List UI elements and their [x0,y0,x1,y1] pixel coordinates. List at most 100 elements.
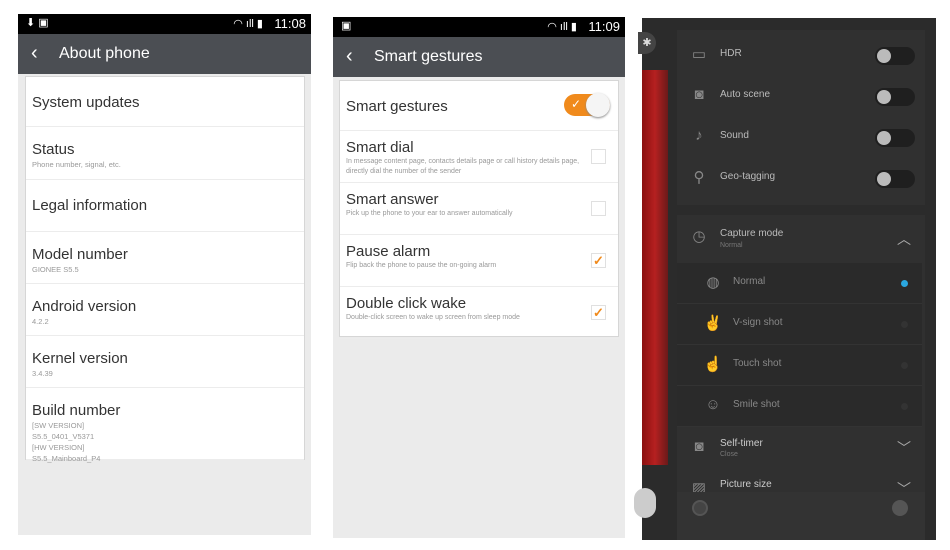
item-subtitle: 4.2.2 [32,317,49,326]
settings-item[interactable]: Model number GIONEE S5.5 [26,232,304,284]
status-bar: ▣ ◠ ıll ▮ 11:09 [333,17,625,37]
location-pin-icon: ⚲ [693,169,705,186]
smart-gestures-master-row[interactable]: Smart gestures ✓ [340,81,618,131]
capture-mode-label: Capture mode [720,228,784,239]
mode-icon: ◍ [706,274,720,291]
master-toggle[interactable]: ✓ [564,93,610,117]
camera-icon: ◙ [694,86,704,103]
gallery-icon[interactable] [692,500,708,516]
status-bar: ⬇ ▣ ◠ ıll ▮ 11:08 [18,14,311,34]
page-title: About phone [59,45,150,62]
hdr-icon: ▭ [691,46,707,63]
toggle-section: ▭ HDR ◙ Auto scene ♪ Sound ⚲ Geo-tagging [677,30,925,205]
chevron-up-icon[interactable]: ︿ [897,229,911,249]
toggle-row[interactable]: ◙ Auto scene [677,76,925,117]
wifi-battery-icons: ◠ ıll ▮ [233,18,263,30]
notification-icon: ▣ [341,20,352,32]
checkbox[interactable]: ✓ [591,253,606,268]
settings-item[interactable]: System updates [26,77,304,127]
radio-dot[interactable] [901,403,908,410]
toggle-row[interactable]: ⚲ Geo-tagging [677,158,925,199]
checkbox[interactable] [591,149,606,164]
gestures-list: Smart gestures ✓ Smart dial In message co… [339,80,619,339]
item-subtitle: 3.4.39 [32,369,53,378]
master-label: Smart gestures [346,98,448,115]
capture-mode-value: Normal [720,242,743,249]
bottom-bar [677,492,925,540]
mode-label: V-sign shot [733,317,783,328]
timer-value: Close [720,451,738,458]
chevron-down-icon[interactable]: ﹀ [897,438,911,458]
timer-label: Self-timer [720,438,763,449]
timer-icon: ◷ [692,228,706,245]
item-subtitle: In message content page, contacts detail… [346,158,580,175]
settings-item[interactable]: Kernel version 3.4.39 [26,336,304,388]
mode-icon: ✌ [703,315,723,332]
camera-preview [642,70,668,465]
gear-icon[interactable]: ✱ [638,32,656,54]
item-subtitle: S5.5_0401_V5371 [32,432,95,441]
toggle-label: Geo-tagging [720,171,776,182]
capture-mode-option[interactable]: ☺ Smile shot [677,386,922,427]
item-title: Status [32,141,75,158]
toggle-label: Auto scene [720,89,771,100]
gesture-item[interactable]: Double click wake Double-click screen to … [340,287,618,339]
item-subtitle: [SW VERSION] [32,421,85,430]
mode-icon: ☺ [705,396,721,413]
timer-row[interactable]: ◙ Self-timer Close ﹀ [677,428,925,469]
back-icon[interactable]: ‹ [346,45,353,68]
toggle-row[interactable]: ▭ HDR [677,35,925,76]
mode-label: Smile shot [733,399,780,410]
item-title: Kernel version [32,350,128,367]
checkbox[interactable]: ✓ [591,305,606,320]
capture-mode-option[interactable]: ◍ Normal [677,263,922,304]
header: ‹ Smart gestures [333,37,625,77]
item-subtitle: GIONEE S5.5 [32,265,79,274]
radio-dot[interactable] [901,321,908,328]
settings-item[interactable]: Legal information [26,180,304,232]
item-title: Legal information [32,197,148,214]
gesture-item[interactable]: Smart dial In message content page, conta… [340,131,618,183]
toggle-switch[interactable] [875,47,915,65]
back-icon[interactable]: ‹ [31,42,38,65]
toggle-switch[interactable] [875,170,915,188]
item-subtitle: Pick up the phone to your ear to answer … [346,210,513,217]
item-title: Android version [32,298,137,315]
mode-icon: ☝ [703,356,723,373]
item-title: System updates [32,94,140,111]
capture-mode-option[interactable]: ☝ Touch shot [677,345,922,386]
download-icon: ⬇ ▣ [26,17,49,29]
item-subtitle: Flip back the phone to pause the on-goin… [346,262,497,269]
toggle-row[interactable]: ♪ Sound [677,117,925,158]
toggle-switch[interactable] [875,88,915,106]
settings-item[interactable]: Build number [SW VERSION] S5.5_0401_V5371 [… [26,388,304,463]
camera-icon: ◙ [694,438,704,455]
capture-mode-row[interactable]: ◷ Capture mode Normal ︿ [677,217,925,261]
toggle-switch[interactable] [875,129,915,147]
item-title: Double click wake [346,295,467,312]
shutter-button[interactable] [634,488,656,518]
item-subtitle: [HW VERSION] [32,443,85,452]
item-subtitle: Double-click screen to wake up screen fr… [346,314,520,321]
picsize-label: Picture size [720,479,772,490]
checkbox[interactable] [591,201,606,216]
gesture-item[interactable]: Pause alarm Flip back the phone to pause … [340,235,618,287]
item-subtitle: Phone number, signal, etc. [32,160,121,169]
clock: 11:08 [274,16,306,31]
about-list: System updates Status Phone number, signal… [25,76,305,463]
settings-item[interactable]: Android version 4.2.2 [26,284,304,336]
smart-gestures-screen: ▣ ◠ ıll ▮ 11:09 ‹ Smart gestures Smart gest… [333,17,625,538]
switch-camera-icon[interactable] [892,500,908,516]
radio-dot[interactable] [901,362,908,369]
mode-label: Touch shot [733,358,782,369]
settings-item[interactable]: Status Phone number, signal, etc. [26,127,304,180]
radio-dot[interactable] [901,280,908,287]
capture-mode-option[interactable]: ✌ V-sign shot [677,304,922,345]
gesture-item[interactable]: Smart answer Pick up the phone to your ea… [340,183,618,235]
page-title: Smart gestures [374,48,483,65]
clock: 11:09 [588,19,620,34]
mode-label: Normal [733,276,766,287]
about-phone-screen: ⬇ ▣ ◠ ıll ▮ 11:08 ‹ About phone System upda… [18,14,311,535]
item-title: Pause alarm [346,243,431,260]
capture-section: ◷ Capture mode Normal ︿ ◍ Normal ✌ V-sign shot ☝… [677,215,925,500]
